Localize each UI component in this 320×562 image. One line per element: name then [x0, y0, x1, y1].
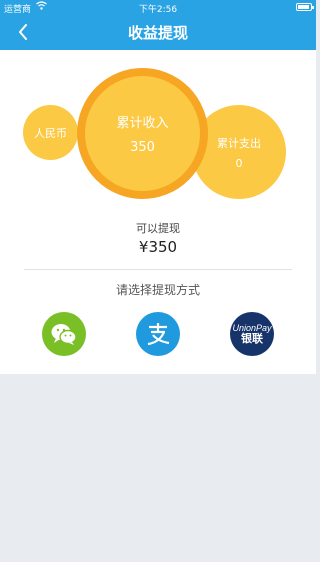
- method-list: UnionPay 银联: [0, 312, 316, 356]
- status-bar: 运营商 下午2:56: [0, 0, 316, 15]
- currency-label: 人民币: [34, 126, 67, 140]
- header-bar: 运营商 下午2:56 收益提现: [0, 0, 316, 50]
- expense-label: 累计支出: [217, 136, 261, 150]
- currency-circle: 人民币: [23, 105, 78, 160]
- alipay-button[interactable]: [136, 312, 180, 356]
- income-circle: 累计收入 350: [77, 68, 208, 199]
- wechat-button[interactable]: [42, 312, 86, 356]
- withdraw-card: 人民币 累计支出 0 累计收入 350 可以提现 ¥350 请选择提现方式 Un…: [0, 50, 316, 374]
- unionpay-icon: UnionPay: [232, 322, 272, 333]
- wechat-icon: [51, 324, 77, 345]
- withdrawable-label: 可以提现: [136, 222, 180, 235]
- battery-icon: [296, 3, 314, 11]
- income-value: 350: [130, 140, 155, 155]
- alipay-icon: [147, 323, 170, 346]
- page-title: 收益提现: [127, 24, 188, 42]
- divider: [24, 269, 292, 270]
- income-label: 累计收入: [116, 116, 169, 131]
- status-time: 下午2:56: [138, 5, 178, 15]
- unionpay-button[interactable]: UnionPay 银联: [230, 312, 274, 356]
- method-prompt: 请选择提现方式: [115, 283, 200, 297]
- empty-area: [0, 374, 316, 562]
- withdrawable-amount: ¥350: [138, 238, 178, 256]
- unionpay-cn-label: 银联: [241, 332, 263, 345]
- expense-value: 0: [235, 156, 243, 170]
